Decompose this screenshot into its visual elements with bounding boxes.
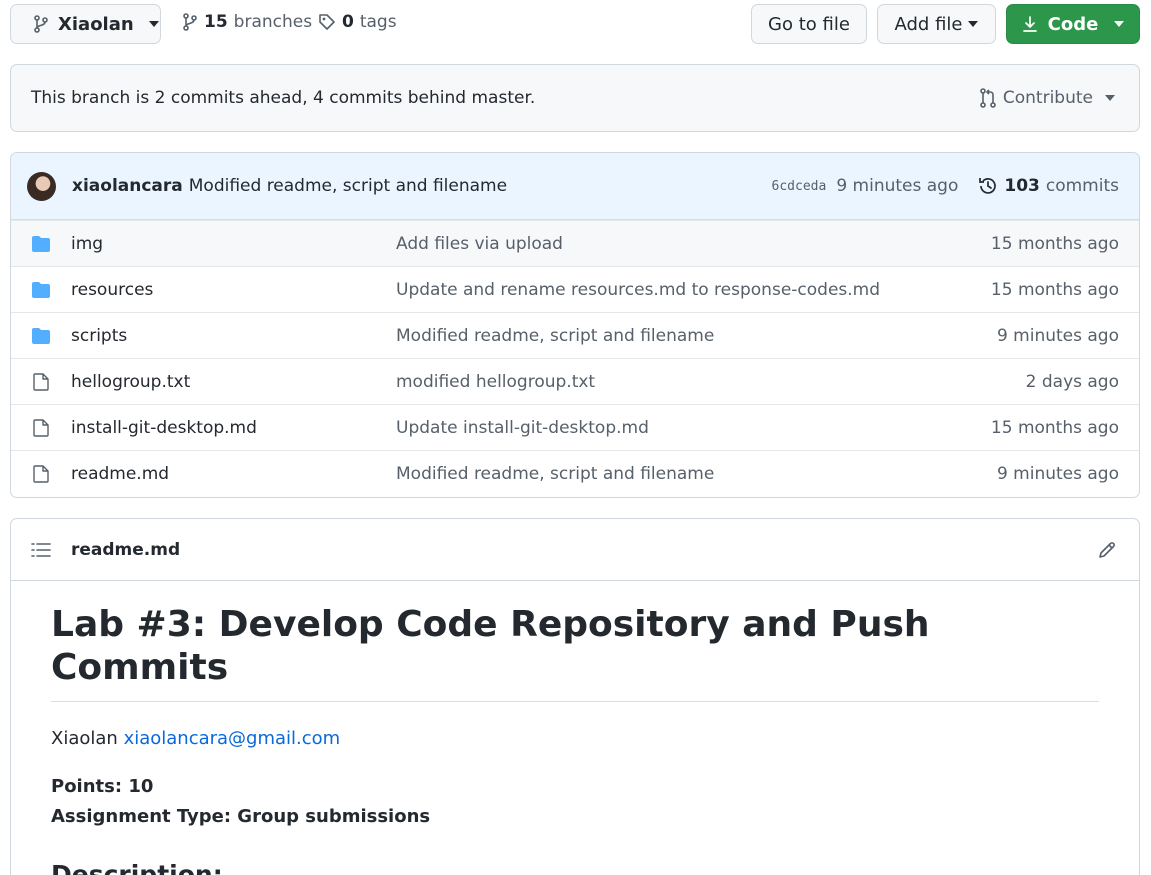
file-age: 15 months ago [990, 279, 1119, 300]
file-commit-message[interactable]: modified hellogroup.txt [396, 372, 1026, 392]
download-icon [1022, 15, 1038, 33]
avatar[interactable] [27, 171, 56, 201]
readme-heading: Lab #3: Develop Code Repository and Push… [51, 603, 1099, 703]
readme-filename: readme.md [71, 539, 181, 560]
folder-icon [31, 235, 51, 253]
file-name-link[interactable]: install-git-desktop.md [71, 418, 396, 438]
file-age: 9 minutes ago [996, 463, 1119, 484]
commits-history-link[interactable]: 103 commits [978, 176, 1119, 196]
branches-link[interactable]: 15 branches [182, 12, 312, 32]
commits-count: 103 [1004, 176, 1040, 196]
commit-author-link[interactable]: xiaolancara [72, 176, 183, 196]
author-name: Xiaolan [51, 728, 118, 750]
branch-selector-button[interactable]: Xiaolan [10, 4, 161, 44]
code-label: Code [1047, 13, 1099, 35]
readme-author-line: Xiaolan xiaolancara@gmail.com [51, 724, 1099, 754]
branch-icon [33, 15, 49, 33]
chevron-down-icon [968, 21, 979, 27]
add-file-button[interactable]: Add file [877, 4, 996, 44]
file-name-link[interactable]: resources [71, 280, 396, 300]
file-name-link[interactable]: scripts [71, 326, 396, 346]
points-text: Points: 10 [51, 776, 154, 798]
file-name-link[interactable]: hellogroup.txt [71, 372, 396, 392]
readme-header: readme.md [11, 519, 1139, 581]
contribute-label: Contribute [1002, 88, 1093, 108]
file-commit-message[interactable]: Modified readme, script and filename [396, 326, 997, 346]
branch-name: Xiaolan [58, 13, 134, 35]
branch-icon [182, 13, 198, 31]
file-name-link[interactable]: img [71, 234, 396, 254]
file-icon [31, 464, 51, 483]
file-commit-message[interactable]: Update install-git-desktop.md [396, 418, 991, 438]
file-commit-message[interactable]: Add files via upload [396, 234, 991, 254]
tag-icon [318, 13, 336, 31]
assignment-type-text: Assignment Type: Group submissions [51, 806, 431, 828]
file-age: 9 minutes ago [996, 325, 1119, 346]
pull-request-icon [979, 88, 997, 108]
go-to-file-button[interactable]: Go to file [751, 4, 867, 44]
history-icon [978, 176, 998, 196]
tags-label: tags [359, 12, 397, 32]
commit-sha-link[interactable]: 6cdceda [772, 179, 827, 194]
table-row[interactable]: readme.md Modified readme, script and fi… [11, 450, 1139, 496]
file-icon [31, 418, 51, 437]
table-row[interactable]: install-git-desktop.md Update install-gi… [11, 404, 1139, 450]
tags-link[interactable]: 0 tags [318, 12, 397, 32]
table-row[interactable]: hellogroup.txt modified hellogroup.txt 2… [11, 358, 1139, 404]
tags-count: 0 [342, 12, 354, 32]
latest-commit-bar: xiaolancara Modified readme, script and … [11, 153, 1139, 220]
file-age: 15 months ago [990, 233, 1119, 254]
table-row[interactable]: scripts Modified readme, script and file… [11, 312, 1139, 358]
table-row[interactable]: resources Update and rename resources.md… [11, 266, 1139, 312]
add-file-label: Add file [894, 13, 963, 35]
author-email-link[interactable]: xiaolancara@gmail.com [124, 728, 341, 749]
file-commit-message[interactable]: Update and rename resources.md to respon… [396, 280, 991, 300]
list-icon[interactable] [31, 541, 51, 559]
repo-toolbar: Xiaolan 15 branches 0 tags Go to file Ad… [0, 0, 1151, 54]
branch-status-box: This branch is 2 commits ahead, 4 commit… [10, 64, 1140, 132]
commit-message-link[interactable]: Modified readme, script and filename [189, 176, 507, 196]
readme-content: Lab #3: Develop Code Repository and Push… [11, 581, 1139, 875]
contribute-button[interactable]: Contribute [979, 88, 1115, 108]
pencil-icon[interactable] [1097, 540, 1117, 560]
commit-time: 9 minutes ago [836, 176, 959, 196]
file-age: 15 months ago [990, 417, 1119, 438]
branches-label: branches [233, 12, 313, 32]
code-button[interactable]: Code [1006, 4, 1140, 44]
chevron-down-icon [1114, 21, 1125, 27]
chevron-down-icon [1105, 95, 1115, 101]
folder-icon [31, 327, 51, 345]
description-heading: Description: [51, 860, 223, 875]
file-age: 2 days ago [1025, 371, 1119, 392]
readme-panel: readme.md Lab #3: Develop Code Repositor… [10, 518, 1140, 875]
commits-label: commits [1045, 176, 1119, 196]
file-name-link[interactable]: readme.md [71, 464, 396, 484]
branches-count: 15 [204, 12, 228, 32]
file-icon [31, 372, 51, 391]
file-list: xiaolancara Modified readme, script and … [10, 152, 1140, 498]
folder-icon [31, 281, 51, 299]
table-row[interactable]: img Add files via upload 15 months ago [11, 220, 1139, 266]
branch-status-text: This branch is 2 commits ahead, 4 commit… [31, 88, 536, 108]
file-commit-message[interactable]: Modified readme, script and filename [396, 464, 997, 484]
chevron-down-icon [148, 21, 159, 27]
